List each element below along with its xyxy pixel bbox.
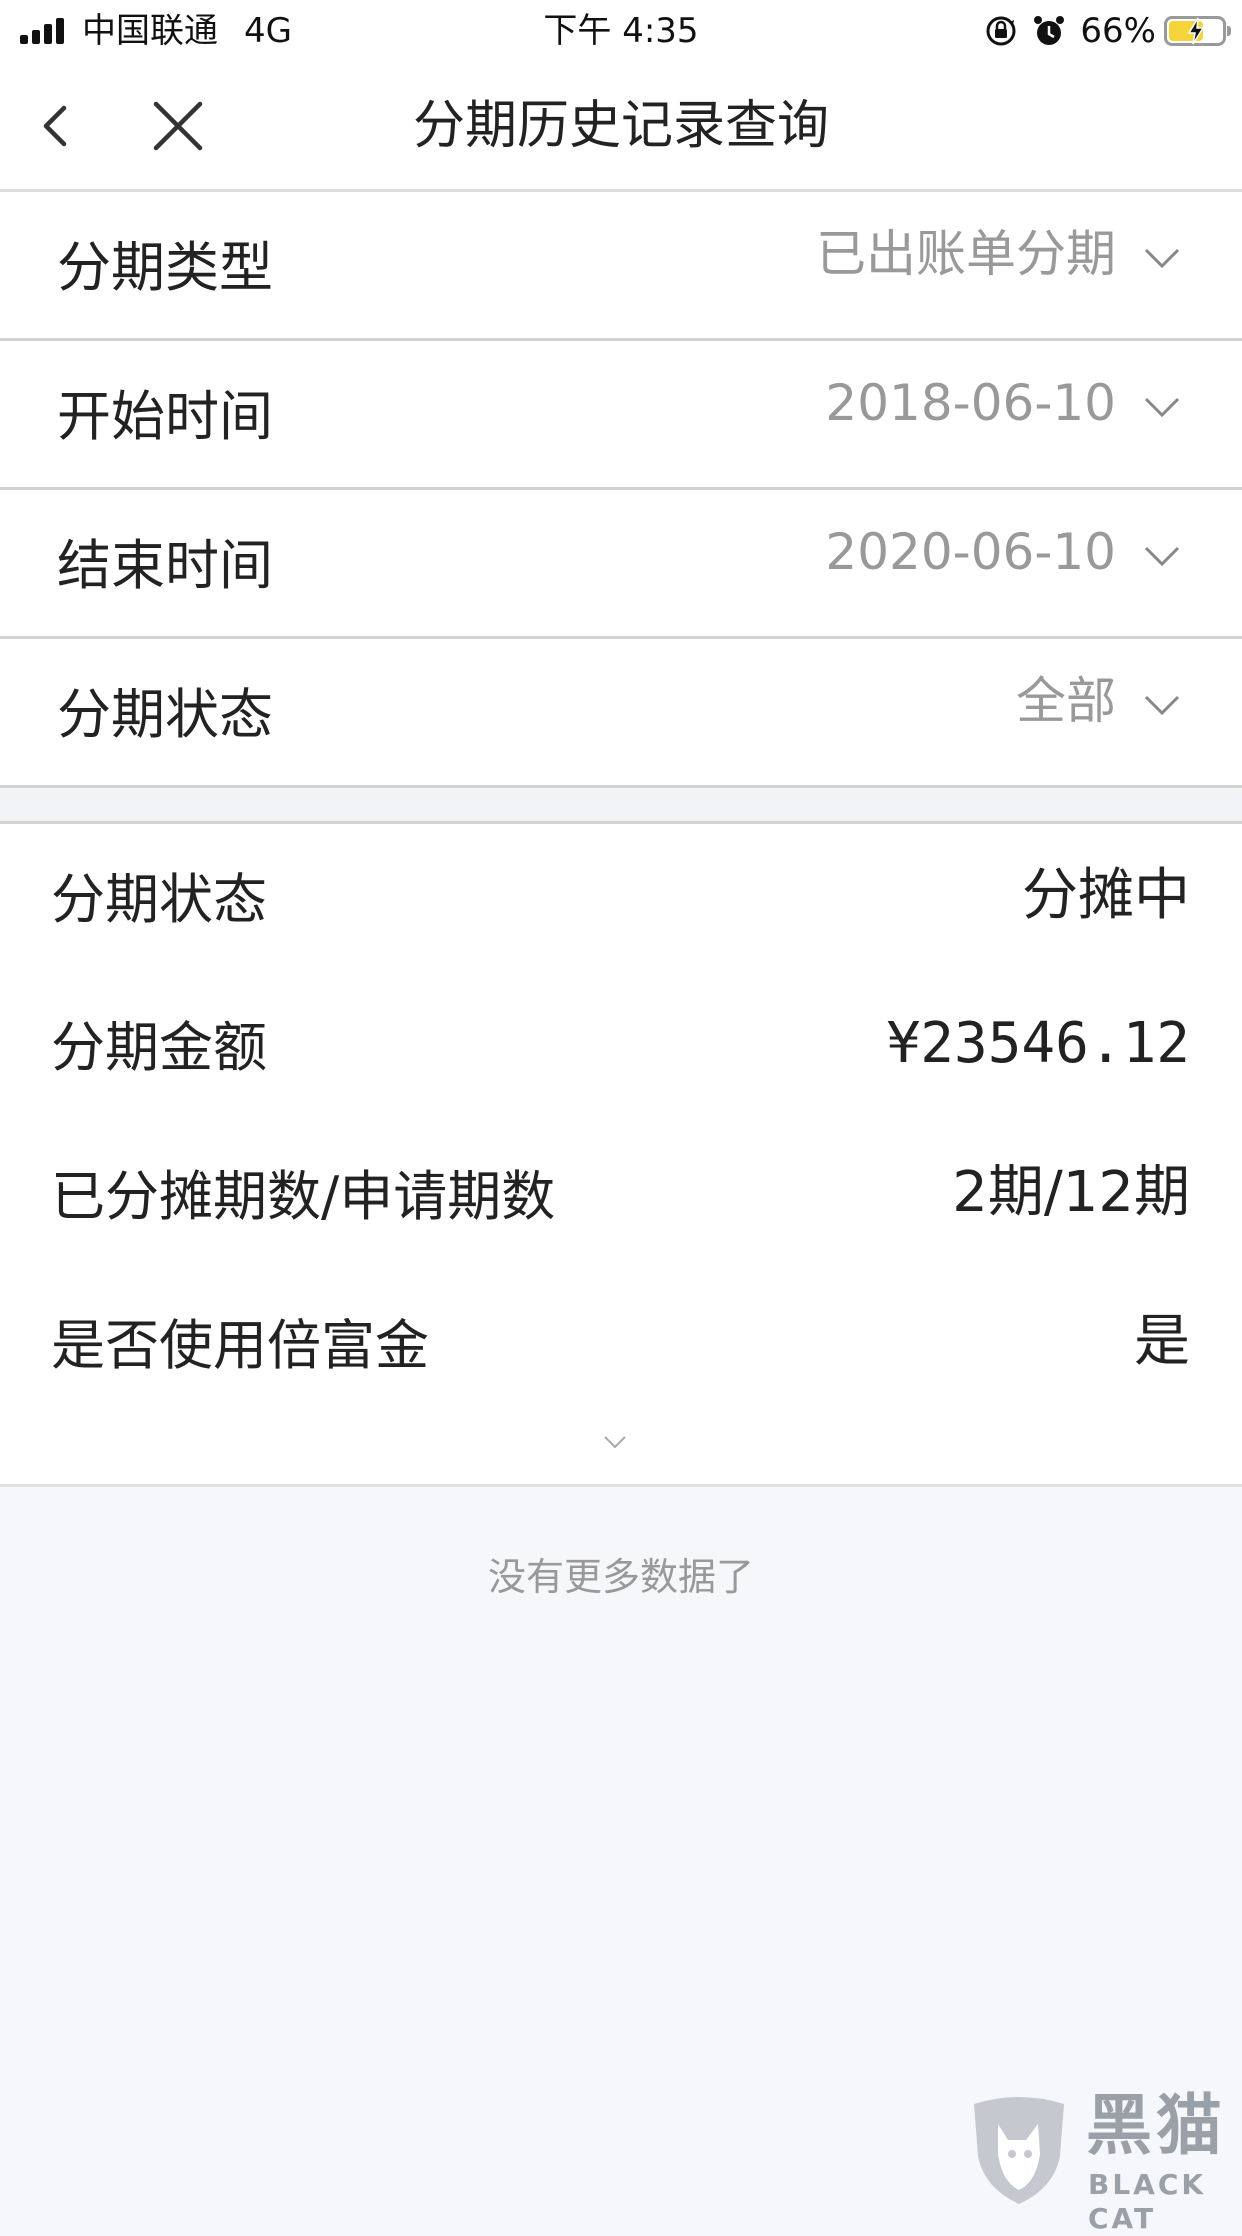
record-value: 分摊中 xyxy=(1022,863,1190,928)
filter-label: 分期类型 xyxy=(57,236,273,299)
status-bar-right: 66% xyxy=(984,10,1231,52)
watermark-text: 黑猫 xyxy=(1086,2087,1226,2164)
record-row-periods: 已分摊期数/申请期数 2期/12期 xyxy=(0,1147,1242,1247)
section-divider xyxy=(0,789,1242,824)
filter-start-date[interactable]: 开始时间 2018-06-10 xyxy=(0,341,1242,490)
chevron-down-icon xyxy=(1144,248,1180,269)
status-bar: 中国联通 4G 下午 4:35 66% xyxy=(0,0,1242,62)
filter-label: 开始时间 xyxy=(57,385,273,448)
watermark-subtext: BLACK CAT xyxy=(1088,2168,1207,2235)
alarm-icon xyxy=(1034,16,1065,45)
record-value: 是 xyxy=(1134,1309,1190,1374)
rotation-lock-icon xyxy=(986,16,1016,46)
record-label: 是否使用倍富金 xyxy=(51,1314,429,1377)
filter-label: 结束时间 xyxy=(57,534,273,597)
page-title: 分期历史记录查询 xyxy=(412,96,829,156)
filter-value: 已出账单分期 xyxy=(816,225,1116,283)
chevron-down-icon xyxy=(1144,397,1180,418)
filter-value: 全部 xyxy=(1016,672,1116,730)
installment-record-card[interactable]: 分期状态 分摊中 分期金额 ¥23546.12 已分摊期数/申请期数 2期/12… xyxy=(0,824,1242,1487)
record-label: 分期状态 xyxy=(51,868,267,931)
filter-value: 2020-06-10 xyxy=(825,523,1116,581)
chevron-down-icon xyxy=(1144,546,1180,567)
filter-status[interactable]: 分期状态 全部 xyxy=(0,639,1242,788)
record-row-bonus: 是否使用倍富金 是 xyxy=(0,1296,1242,1396)
battery-icon xyxy=(1164,16,1231,46)
no-more-data-text: 没有更多数据了 xyxy=(487,1555,754,1599)
filter-label: 分期状态 xyxy=(57,683,273,746)
record-row-status: 分期状态 分摊中 xyxy=(0,850,1242,950)
expand-chevron-icon[interactable] xyxy=(601,1428,629,1456)
nav-bar: 分期历史记录查询 xyxy=(0,62,1242,192)
black-cat-logo-icon xyxy=(974,2097,1064,2204)
chevron-down-icon xyxy=(1144,695,1180,716)
record-label: 已分摊期数/申请期数 xyxy=(51,1165,556,1228)
filter-value: 2018-06-10 xyxy=(825,374,1116,432)
record-row-amount: 分期金额 ¥23546.12 xyxy=(0,998,1242,1098)
record-value: ¥23546.12 xyxy=(886,1011,1190,1076)
record-value: 2期/12期 xyxy=(952,1160,1190,1225)
filter-end-date[interactable]: 结束时间 2020-06-10 xyxy=(0,490,1242,639)
record-label: 分期金额 xyxy=(51,1016,267,1079)
filter-panel: 分期类型 已出账单分期 开始时间 2018-06-10 结束时间 2020-06… xyxy=(0,192,1242,788)
charging-bolt-icon xyxy=(1187,17,1205,45)
battery-percentage: 66% xyxy=(1080,11,1156,51)
watermark: 黑猫 BLACK CAT xyxy=(964,2086,1242,2235)
filter-installment-type[interactable]: 分期类型 已出账单分期 xyxy=(0,192,1242,341)
